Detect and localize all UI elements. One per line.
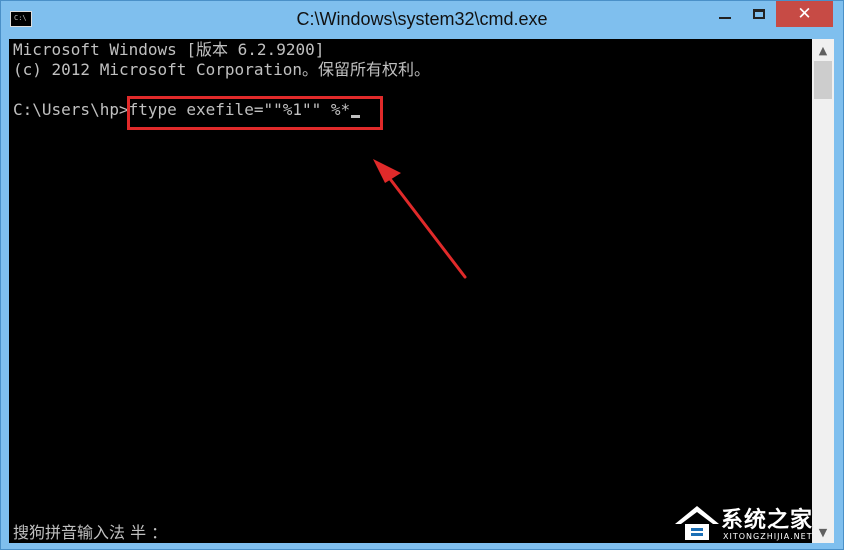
minimize-icon xyxy=(719,17,731,19)
maximize-button[interactable] xyxy=(744,1,774,27)
site-watermark: 系统之家 XITONGZHIJIA.NET xyxy=(669,498,841,548)
console-area[interactable]: Microsoft Windows [版本 6.2.9200] (c) 2012… xyxy=(9,39,812,543)
title-bar[interactable]: C:\ C:\Windows\system32\cmd.exe ✕ xyxy=(1,1,843,39)
close-icon: ✕ xyxy=(797,4,812,24)
ime-status-bar: 搜狗拼音输入法 半 ： xyxy=(13,523,168,542)
watermark-subtext: XITONGZHIJIA.NET xyxy=(723,532,813,541)
scroll-up-arrow-icon[interactable]: ▲ xyxy=(812,39,834,61)
close-button[interactable]: ✕ xyxy=(776,1,833,27)
house-logo-icon xyxy=(675,506,719,540)
annotation-arrow-icon xyxy=(373,159,467,279)
minimize-button[interactable] xyxy=(706,1,744,27)
vertical-scrollbar[interactable]: ▲ ▼ xyxy=(812,39,834,543)
scroll-thumb[interactable] xyxy=(814,61,832,99)
maximize-icon xyxy=(753,9,765,19)
cmd-window: C:\ C:\Windows\system32\cmd.exe ✕ Micros… xyxy=(0,0,844,550)
watermark-text: 系统之家 xyxy=(721,508,814,533)
